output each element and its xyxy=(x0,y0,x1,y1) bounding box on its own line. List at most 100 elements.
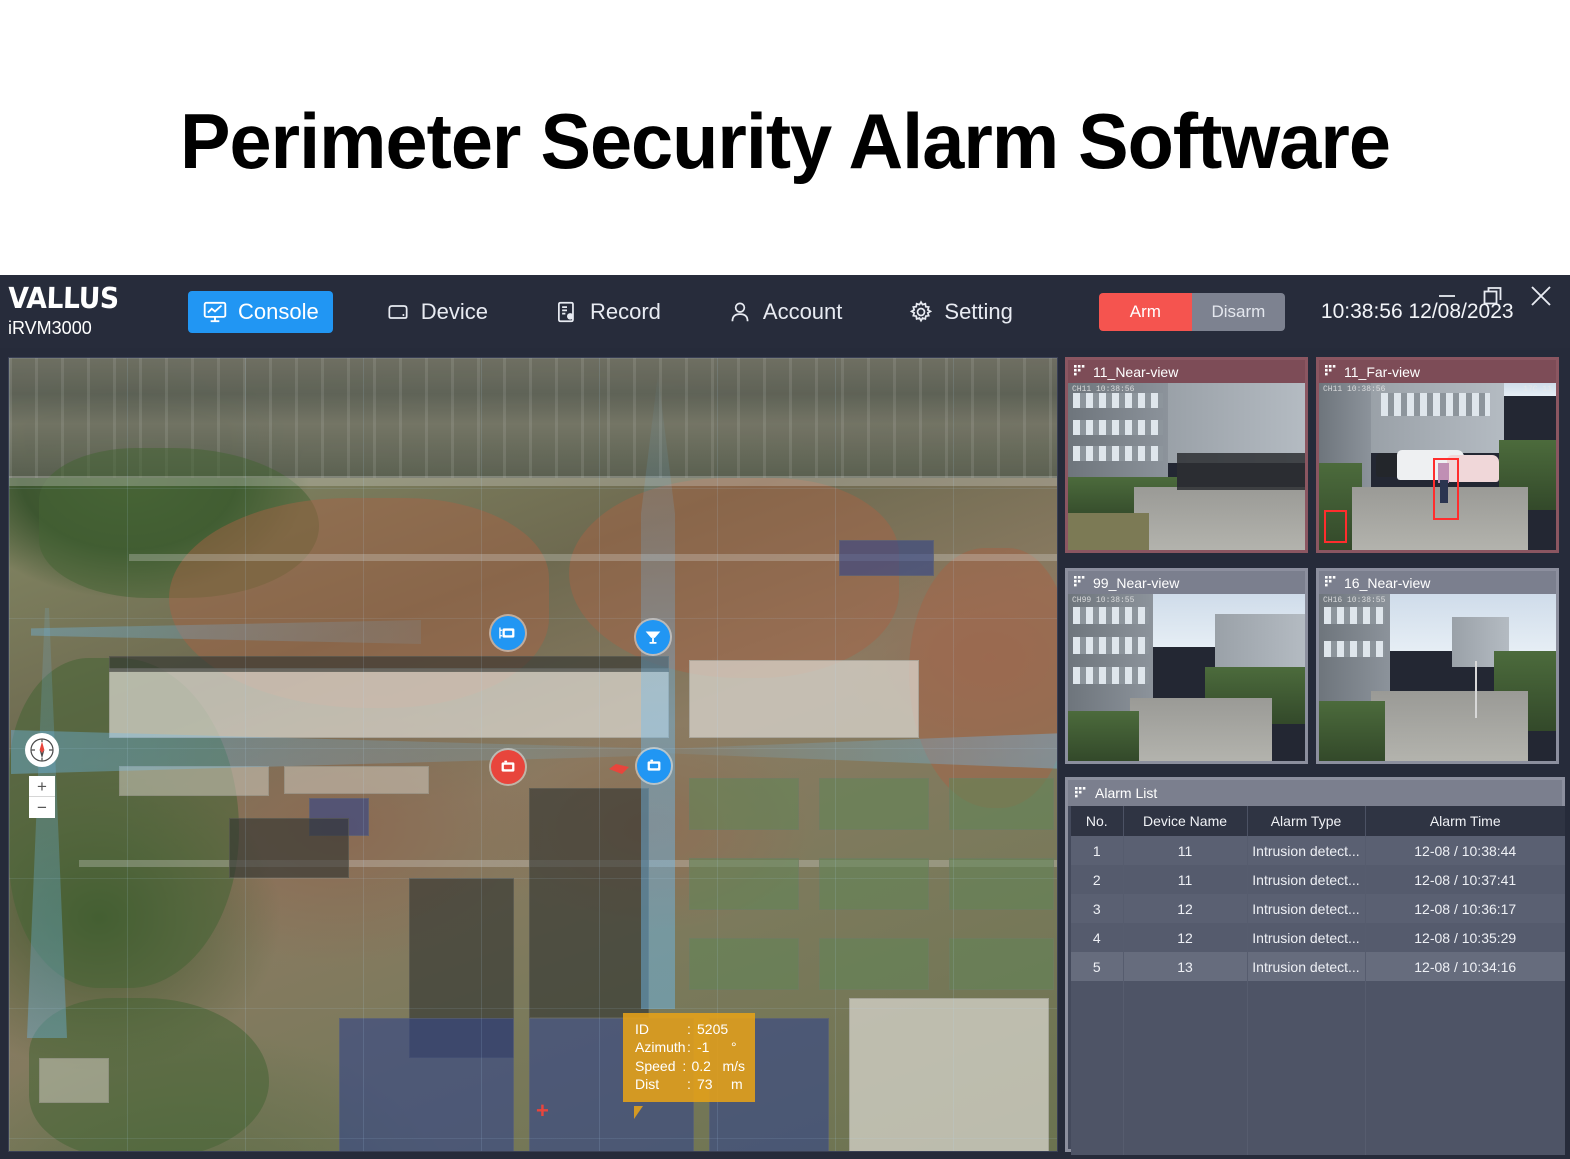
table-empty-row xyxy=(1071,1039,1565,1068)
map-building xyxy=(949,938,1054,990)
map-zoom-controls: + − xyxy=(29,776,55,818)
map-building xyxy=(39,1058,109,1103)
column-header-no[interactable]: No. xyxy=(1071,806,1124,836)
disarm-button[interactable]: Disarm xyxy=(1191,292,1285,331)
scene-pole xyxy=(1475,660,1478,718)
cell-type: Intrusion detect... xyxy=(1247,923,1366,952)
video-stream[interactable]: CH11 10:38:56 xyxy=(1068,383,1305,550)
video-panel-label: 99_Near-view xyxy=(1093,574,1180,591)
arm-button[interactable]: Arm xyxy=(1098,292,1192,331)
info-value-azimuth: -1 xyxy=(697,1039,710,1056)
cell-type: Intrusion detect... xyxy=(1247,894,1366,923)
video-panel-16-near[interactable]: 16_Near-view CH16 10:38:55 xyxy=(1316,568,1559,764)
scene-windows xyxy=(1323,607,1386,625)
video-panel-label: 16_Near-view xyxy=(1344,574,1431,591)
info-value-id: 5205 xyxy=(697,1021,729,1037)
video-stream[interactable]: CH99 10:38:55 xyxy=(1068,594,1305,761)
app-body: + ID : 5205 Azimuth : -1 ° Speed: 0.2 m… xyxy=(0,348,1570,1159)
scene-walkway xyxy=(1129,697,1272,761)
video-stream[interactable]: CH11 10:38:56 17C 11 xyxy=(1319,383,1556,550)
table-header-row: No. Device Name Alarm Type Alarm Time xyxy=(1071,806,1565,836)
video-osd-left: CH16 10:38:55 xyxy=(1323,596,1386,605)
video-osd-left: CH11 10:38:56 xyxy=(1323,385,1386,394)
camera-scene xyxy=(1068,594,1305,761)
arm-disarm-toggle: Arm Disarm xyxy=(1098,292,1285,331)
table-row[interactable]: 1 11 Intrusion detect... 12-08 / 10:38:4… xyxy=(1071,836,1565,865)
map-building xyxy=(689,660,919,738)
panel-grid-icon xyxy=(1074,576,1087,589)
nav-item-setting[interactable]: Setting xyxy=(894,291,1027,333)
cell-no: 2 xyxy=(1071,865,1124,894)
nav-item-device[interactable]: Device xyxy=(371,291,502,333)
table-row[interactable]: 5 13 Intrusion detect... 12-08 / 10:34:1… xyxy=(1071,952,1565,981)
video-panel-11-far[interactable]: 11_Far-view CH11 10:38:56 17C 11 xyxy=(1316,357,1559,553)
camera-scene xyxy=(1319,594,1556,761)
map-zoom-in-button[interactable]: + xyxy=(29,776,55,797)
video-stream[interactable]: CH16 10:38:55 xyxy=(1319,594,1556,761)
monitor-chart-icon xyxy=(202,299,228,325)
compass-icon[interactable] xyxy=(25,733,59,767)
table-row[interactable]: 2 11 Intrusion detect... 12-08 / 10:37:4… xyxy=(1071,865,1565,894)
nav-item-record[interactable]: Record xyxy=(540,291,675,333)
column-header-alarm-type[interactable]: Alarm Type xyxy=(1247,806,1366,836)
map-road xyxy=(9,476,1057,486)
scene-windows xyxy=(1072,419,1163,435)
nav-label-account: Account xyxy=(762,298,843,324)
minimize-icon[interactable] xyxy=(1434,283,1460,309)
page-title: Perimeter Security Alarm Software xyxy=(180,97,1391,185)
video-panel-11-near[interactable]: 11_Near-view CH11 10:38:56 xyxy=(1065,357,1308,553)
table-empty-row xyxy=(1071,1097,1565,1126)
table-row[interactable]: 4 12 Intrusion detect... 12-08 / 10:35:2… xyxy=(1071,923,1565,952)
panel-grid-icon xyxy=(1075,786,1088,800)
map-building xyxy=(819,858,929,910)
table-empty-row xyxy=(1071,1010,1565,1039)
panel-grid-icon xyxy=(1325,365,1338,378)
alarm-table: No. Device Name Alarm Type Alarm Time 1 … xyxy=(1071,806,1565,1155)
info-colon: : xyxy=(687,1021,691,1037)
video-osd-left: CH99 10:38:55 xyxy=(1072,596,1135,605)
map-canvas[interactable]: + ID : 5205 Azimuth : -1 ° Speed: 0.2 m… xyxy=(9,358,1057,1151)
cell-device: 12 xyxy=(1123,923,1248,952)
map-building xyxy=(229,818,349,878)
cell-time: 12-08 / 10:34:16 xyxy=(1365,952,1565,981)
radar-icon xyxy=(645,631,661,644)
scene-windows xyxy=(1323,640,1386,658)
restore-icon[interactable] xyxy=(1480,283,1506,309)
nav-item-account[interactable]: Account xyxy=(713,291,857,333)
map-building xyxy=(529,788,649,1018)
map-building xyxy=(689,858,799,910)
info-colon: : xyxy=(687,1039,691,1056)
table-empty-row xyxy=(1071,981,1565,1010)
table-empty-row xyxy=(1071,1068,1565,1097)
scene-walkway xyxy=(1134,486,1305,550)
map-building xyxy=(109,668,669,738)
column-header-device-name[interactable]: Device Name xyxy=(1123,806,1248,836)
map-building xyxy=(819,938,929,990)
video-panel-title-bar: 11_Near-view xyxy=(1068,360,1305,383)
alarm-list-panel: Alarm List No. Device Name Alarm Type Al… xyxy=(1065,777,1565,1155)
close-icon[interactable] xyxy=(1526,281,1556,311)
brand-logo: VALLUS xyxy=(7,281,120,315)
radar-marker[interactable] xyxy=(636,620,670,654)
camera-marker-1[interactable] xyxy=(491,616,525,650)
camera-marker-2[interactable] xyxy=(491,750,525,784)
video-panel-99-near[interactable]: 99_Near-view CH99 10:38:55 xyxy=(1065,568,1308,764)
nav-item-console[interactable]: Console xyxy=(188,290,333,333)
info-unit-dist: m xyxy=(731,1076,743,1093)
video-osd-right: 17C 11 xyxy=(1523,385,1552,394)
map-building xyxy=(839,540,934,576)
map-zoom-out-button[interactable]: − xyxy=(29,797,55,818)
title-bar: VALLUS iRVM3000 Console Device Record Ac… xyxy=(0,275,1570,348)
map-panel[interactable]: + ID : 5205 Azimuth : -1 ° Speed: 0.2 m… xyxy=(8,357,1058,1152)
scene-hedge xyxy=(1319,700,1386,761)
cell-type: Intrusion detect... xyxy=(1247,836,1366,865)
tooltip-pointer xyxy=(634,1106,643,1119)
table-row[interactable]: 3 12 Intrusion detect... 12-08 / 10:36:1… xyxy=(1071,894,1565,923)
column-header-alarm-time[interactable]: Alarm Time xyxy=(1365,806,1565,836)
alarm-list-body[interactable]: No. Device Name Alarm Type Alarm Time 1 … xyxy=(1068,806,1565,1158)
video-osd-left: CH11 10:38:56 xyxy=(1072,385,1135,394)
main-nav: Console Device Record Account Setting xyxy=(188,290,1065,333)
record-clipboard-icon xyxy=(554,299,580,325)
camera-marker-3[interactable] xyxy=(637,749,671,783)
cell-device: 11 xyxy=(1123,865,1248,894)
